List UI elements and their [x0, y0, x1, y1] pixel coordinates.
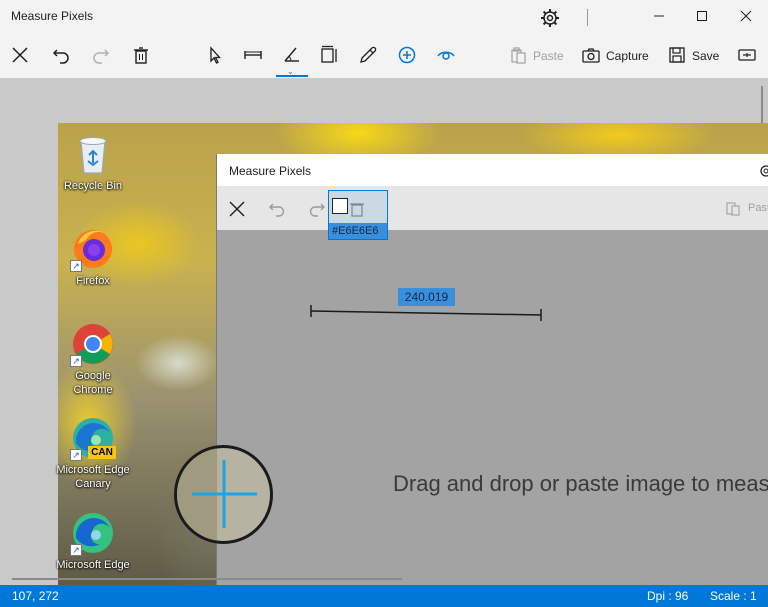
scale-readout: Scale : 1 [710, 589, 757, 603]
chevron-down-icon[interactable]: ⌄ [287, 67, 294, 76]
color-hex-label: #E6E6E6 [329, 223, 387, 239]
desktop-icon-edge: ↗ Microsoft Edge [55, 510, 131, 572]
shortcut-arrow-icon: ↗ [70, 355, 82, 367]
inner-settings-gear-icon [758, 163, 768, 182]
color-picker-box: #E6E6E6 [328, 190, 388, 240]
save-floppy-icon[interactable] [666, 44, 688, 66]
dpi-readout: Dpi : 96 [647, 589, 689, 603]
bounding-box-icon[interactable] [319, 44, 341, 66]
paste-label[interactable]: Paste [533, 49, 564, 63]
inner-app-title: Measure Pixels [229, 164, 312, 178]
select-pointer-icon[interactable] [204, 44, 226, 66]
cursor-position: 107, 272 [12, 589, 59, 603]
close-window-icon[interactable] [730, 4, 762, 28]
recycle-bin-label: Recycle Bin [63, 180, 123, 192]
magnifier-loupe[interactable] [174, 445, 273, 544]
chrome-label: Google Chrome [73, 370, 113, 396]
paste-icon[interactable] [507, 44, 529, 66]
inner-app-window: Measure Pixels Past #E6E6E6 240.019 Drag… [216, 154, 768, 585]
inner-clear-x-icon [229, 201, 245, 220]
desktop-icon-chrome: ↗ Google Chrome [55, 321, 131, 397]
horizontal-scrollbar[interactable] [12, 578, 402, 580]
chrome-icon: ↗ [70, 321, 116, 367]
main-toolbar: ⌄ Paste Capture Save [0, 32, 768, 78]
zoom-in-icon[interactable] [396, 44, 418, 66]
color-picker-icon[interactable] [357, 44, 379, 66]
edge-canary-icon: ↗ CAN [70, 415, 116, 461]
recycle-bin-icon [70, 131, 116, 177]
inner-title-bar: Measure Pixels [217, 154, 768, 186]
shortcut-arrow-icon: ↗ [70, 449, 82, 461]
edge-canary-label: Microsoft Edge Canary [56, 464, 130, 490]
angle-tool-icon[interactable] [281, 44, 303, 66]
title-separator [587, 9, 588, 26]
measurement-value-label: 240.019 [398, 288, 455, 306]
minimize-icon[interactable] [643, 4, 675, 28]
desktop-icon-firefox: ↗ Firefox [55, 226, 131, 288]
undo-icon[interactable] [50, 44, 72, 66]
shortcut-arrow-icon: ↗ [70, 260, 82, 272]
title-bar: Measure Pixels [0, 0, 768, 32]
inner-paste-icon [725, 200, 741, 219]
app-title: Measure Pixels [11, 9, 94, 23]
settings-gear-icon[interactable] [540, 8, 560, 28]
clear-x-icon[interactable] [9, 44, 31, 66]
shortcut-arrow-icon: ↗ [70, 544, 82, 556]
status-bar: 107, 272 Dpi : 96 Scale : 1 [0, 585, 768, 607]
desktop-screenshot: Recycle Bin ↗ Firefox ↗ Google Chrome ↗ … [55, 123, 768, 585]
color-swatch [332, 198, 348, 214]
edge-label: Microsoft Edge [56, 559, 130, 571]
firefox-label: Firefox [76, 275, 110, 287]
maximize-icon[interactable] [686, 4, 718, 28]
camera-icon[interactable] [580, 44, 602, 66]
canary-badge: CAN [88, 446, 116, 459]
inner-undo-icon [269, 201, 285, 220]
delete-trash-icon[interactable] [130, 44, 152, 66]
desktop-icon-edge-canary: ↗ CAN Microsoft Edge Canary [55, 415, 131, 491]
inner-toolbar: Past [217, 186, 768, 230]
crosshair-icon [192, 460, 257, 528]
inner-redo-icon [309, 201, 325, 220]
measurement-line[interactable] [307, 304, 547, 328]
firefox-icon: ↗ [70, 226, 116, 272]
save-label[interactable]: Save [692, 49, 719, 63]
edge-icon: ↗ [70, 510, 116, 556]
horizontal-ruler-icon[interactable] [242, 44, 264, 66]
view-eye-icon[interactable] [435, 44, 457, 66]
keyboard-icon[interactable] [736, 44, 758, 66]
inner-paste-label: Past [748, 202, 768, 214]
desktop-icon-recycle-bin: Recycle Bin [55, 131, 131, 193]
drop-hint-text: Drag and drop or paste image to meas [393, 471, 768, 496]
capture-label[interactable]: Capture [606, 49, 649, 63]
redo-icon[interactable] [90, 44, 112, 66]
image-canvas[interactable]: Recycle Bin ↗ Firefox ↗ Google Chrome ↗ … [0, 78, 768, 585]
